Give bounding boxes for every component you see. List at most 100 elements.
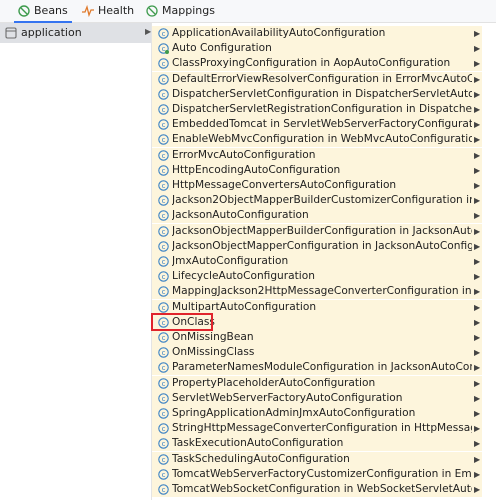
list-item[interactable]: c ServletWebServerFactoryAutoConfiguratio…	[152, 390, 482, 406]
selection-highlight	[151, 313, 213, 331]
bean-label: JacksonObjectMapperConfiguration in Jack…	[172, 239, 472, 252]
list-item[interactable]: c SpringApplicationAdminJmxAutoConfigurat…	[152, 406, 482, 421]
bean-label: JacksonAutoConfiguration	[172, 209, 309, 222]
list-item[interactable]: c OnMissingClass ▶	[152, 345, 482, 361]
list-item[interactable]: c JacksonObjectMapperConfiguration in Jac…	[152, 238, 482, 254]
tree-item-application[interactable]: application ▶	[0, 23, 151, 43]
class-icon: c	[158, 73, 169, 85]
svg-text:c: c	[162, 258, 166, 266]
list-item[interactable]: c Auto Configuration ▶	[152, 41, 482, 57]
svg-text:c: c	[162, 334, 166, 342]
list-item[interactable]: c JmxAutoConfiguration ▶	[152, 254, 482, 269]
tab-beans[interactable]: Beans	[14, 0, 72, 23]
bean-icon	[18, 4, 30, 17]
chevron-right-icon: ▶	[474, 257, 481, 266]
list-item[interactable]: c DefaultErrorViewResolverConfiguration i…	[152, 71, 482, 87]
svg-text:c: c	[162, 380, 166, 388]
chevron-right-icon: ▶	[474, 211, 481, 221]
bean-label: OnClass	[172, 315, 215, 328]
svg-text:c: c	[162, 304, 166, 312]
chevron-right-icon: ▶	[474, 241, 481, 251]
list-item[interactable]: c TomcatWebServerFactoryCustomizerConfigu…	[152, 466, 482, 482]
svg-text:c: c	[162, 137, 166, 145]
list-item[interactable]: c TomcatWebSocketConfiguration in WebSock…	[152, 482, 482, 497]
list-item[interactable]: c JacksonAutoConfiguration ▶	[152, 208, 482, 224]
class-icon: c	[158, 58, 169, 70]
class-icon: c	[158, 241, 169, 252]
bean-label: ClassProxyingConfiguration in AopAutoCon…	[172, 57, 451, 70]
chevron-right-icon: ▶	[474, 317, 481, 327]
list-item[interactable]: c DispatcherServletRegistrationConfigurat…	[152, 102, 482, 117]
svg-text:c: c	[162, 197, 166, 205]
bean-label: DefaultErrorViewResolverConfiguration in…	[172, 72, 472, 85]
svg-text:c: c	[162, 91, 166, 99]
chevron-right-icon: ▶	[474, 226, 481, 236]
list-item[interactable]: c LifecycleAutoConfiguration ▶	[152, 269, 482, 285]
tab-mappings[interactable]: Mappings	[142, 0, 219, 22]
bean-label: LifecycleAutoConfiguration	[172, 270, 315, 283]
list-item[interactable]: c HttpEncodingAutoConfiguration ▶	[152, 162, 482, 178]
tab-health[interactable]: Health	[78, 0, 138, 22]
bean-label: HttpEncodingAutoConfiguration	[172, 163, 341, 176]
module-icon	[5, 27, 17, 39]
bean-label: HttpMessageConvertersAutoConfiguration	[172, 179, 397, 191]
chevron-right-icon: ▶	[474, 165, 481, 175]
list-item[interactable]: c EmbeddedTomcat in ServletWebServerFacto…	[152, 117, 482, 133]
class-icon: c	[158, 28, 169, 39]
bean-label: Jackson2ObjectMapperBuilderCustomizerCon…	[172, 194, 472, 207]
list-item[interactable]: c ParameterNamesModuleConfiguration in Ja…	[152, 360, 482, 376]
chevron-right-icon: ▶	[474, 469, 481, 479]
svg-text:c: c	[162, 425, 166, 433]
bean-label: MappingJackson2HttpMessageConverterConfi…	[172, 285, 472, 298]
bean-label: TaskExecutionAutoConfiguration	[172, 437, 344, 450]
list-item[interactable]: c ClassProxyingConfiguration in AopAutoCo…	[152, 56, 482, 72]
class-icon: c	[158, 165, 169, 176]
chevron-right-icon: ▶	[474, 59, 481, 69]
chevron-right-icon: ▶	[474, 105, 481, 114]
list-item[interactable]: c OnMissingBean ▶	[152, 330, 482, 345]
svg-text:c: c	[162, 395, 166, 403]
chevron-right-icon: ▶	[474, 302, 481, 312]
chevron-right-icon: ▶	[474, 287, 481, 297]
list-item[interactable]: c MappingJackson2HttpMessageConverterConf…	[152, 284, 482, 300]
chevron-right-icon: ▶	[474, 89, 481, 99]
list-item[interactable]: c ApplicationAvailabilityAutoConfiguratio…	[152, 26, 482, 41]
context-tree-pane: application ▶	[0, 23, 152, 500]
chevron-right-icon: ▶	[145, 27, 152, 36]
list-item[interactable]: c EnableWebMvcConfiguration in WebMvcAuto…	[152, 132, 482, 148]
list-item[interactable]: c TaskExecutionAutoConfiguration ▶	[152, 436, 482, 452]
class-icon: c	[158, 469, 169, 480]
chevron-right-icon: ▶	[474, 135, 481, 145]
list-item[interactable]: c HttpMessageConvertersAutoConfiguration ▶	[152, 178, 482, 193]
pulse-icon	[82, 5, 94, 17]
list-item[interactable]: c DispatcherServletConfiguration in Dispa…	[152, 86, 482, 102]
bean-label: StringHttpMessageConverterConfiguration …	[172, 422, 472, 435]
svg-text:c: c	[162, 121, 166, 129]
scrollbar[interactable]	[485, 23, 496, 500]
chevron-right-icon: ▶	[474, 272, 481, 282]
list-item[interactable]: c Jackson2ObjectMapperBuilderCustomizerCo…	[152, 193, 482, 209]
class-icon: c	[158, 210, 169, 222]
bean-label: JacksonObjectMapperBuilderConfiguration …	[172, 224, 472, 237]
list-item[interactable]: c JacksonObjectMapperBuilderConfiguration…	[152, 223, 482, 239]
svg-text:c: c	[162, 213, 166, 221]
class-icon: c	[158, 271, 169, 282]
svg-text:c: c	[162, 441, 166, 449]
bean-label: ErrorMvcAutoConfiguration	[172, 148, 316, 161]
bean-label: OnMissingClass	[172, 346, 255, 359]
class-icon: c	[158, 362, 169, 374]
bean-label: Auto Configuration	[172, 42, 272, 55]
list-item[interactable]: c StringHttpMessageConverterConfiguration…	[152, 421, 482, 437]
bean-label: PropertyPlaceholderAutoConfiguration	[172, 376, 376, 389]
tab-label: Mappings	[162, 4, 215, 17]
bean-label: OnMissingBean	[172, 331, 254, 343]
svg-text:c: c	[162, 152, 166, 160]
bean-label: EmbeddedTomcat in ServletWebServerFactor…	[172, 118, 472, 131]
svg-text:c: c	[162, 106, 166, 114]
list-item[interactable]: c ErrorMvcAutoConfiguration ▶	[152, 147, 482, 163]
list-item[interactable]: c TaskSchedulingAutoConfiguration ▶	[152, 451, 482, 467]
list-item[interactable]: c PropertyPlaceholderAutoConfiguration ▶	[152, 375, 482, 391]
globe-icon	[146, 5, 158, 17]
chevron-right-icon: ▶	[474, 181, 481, 190]
class-icon: c	[158, 438, 169, 450]
